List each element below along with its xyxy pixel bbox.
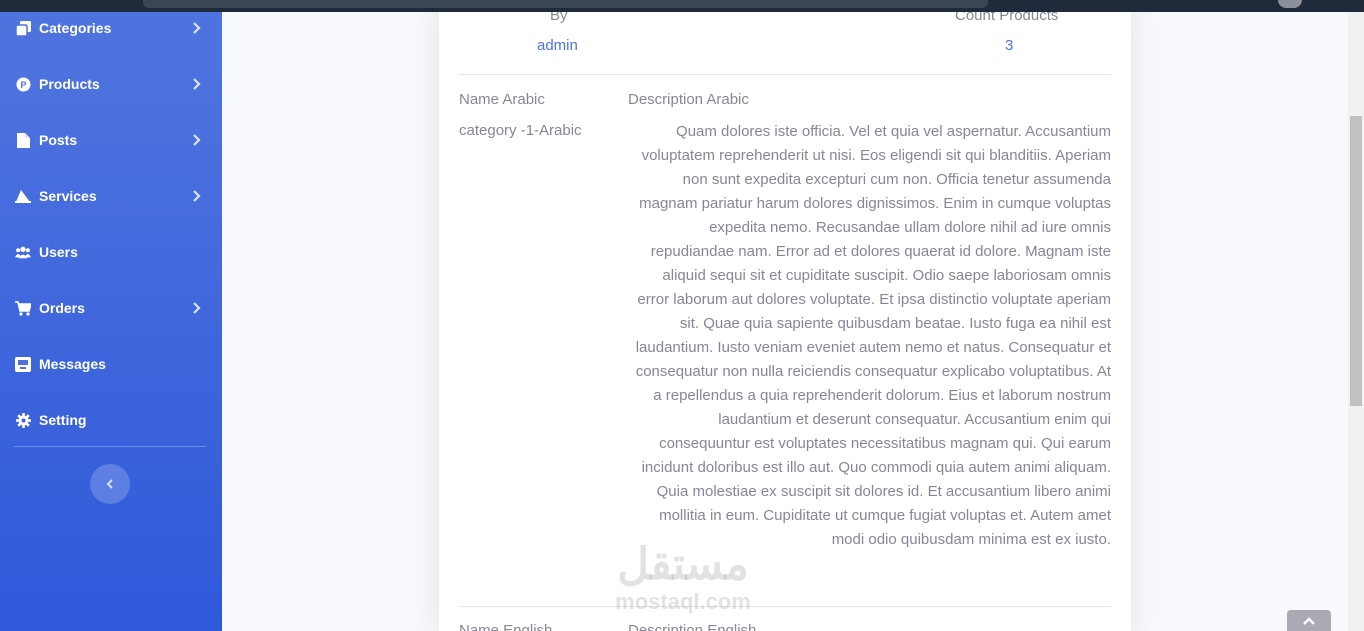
- file-icon: [15, 132, 31, 148]
- scroll-to-top-button[interactable]: [1287, 610, 1331, 631]
- chevron-right-icon: [193, 190, 201, 202]
- sidebar-item-products[interactable]: P Products: [0, 56, 222, 112]
- sidebar-item-orders[interactable]: Orders: [0, 280, 222, 336]
- name-english-label: Name English: [459, 622, 553, 631]
- sidebar-item-label: Setting: [39, 412, 87, 428]
- chevron-right-icon: [193, 134, 201, 146]
- gear-icon: [15, 412, 31, 428]
- description-arabic-label: Description Arabic: [628, 91, 749, 108]
- services-icon: [15, 188, 31, 204]
- sidebar-item-users[interactable]: Users: [0, 224, 222, 280]
- description-arabic-value: Quam dolores iste officia. Vel et quia v…: [635, 123, 1111, 548]
- page-scrollbar[interactable]: [1348, 12, 1364, 631]
- chevron-up-icon: [1303, 617, 1315, 625]
- svg-text:P: P: [20, 80, 26, 90]
- sidebar-item-label: Users: [39, 244, 78, 260]
- count-products-value[interactable]: 3: [1005, 37, 1013, 54]
- cart-icon: [15, 300, 31, 316]
- sidebar-item-label: Categories: [39, 20, 112, 36]
- chevron-right-icon: [193, 22, 201, 34]
- divider: [459, 606, 1111, 607]
- name-arabic-value: category -1-Arabic: [459, 122, 582, 139]
- sidebar-item-services[interactable]: Services: [0, 168, 222, 224]
- address-bar[interactable]: [143, 0, 988, 8]
- divider: [459, 74, 1111, 75]
- sidebar-item-label: Products: [39, 76, 100, 92]
- sidebar-toggle-button[interactable]: [90, 464, 130, 504]
- name-arabic-label: Name Arabic: [459, 91, 545, 108]
- scrollbar-thumb[interactable]: [1350, 116, 1362, 406]
- chevron-right-icon: [193, 78, 201, 90]
- users-icon: [15, 244, 31, 260]
- chevron-right-icon: [193, 302, 201, 314]
- chevron-left-icon: [106, 479, 113, 489]
- author-link[interactable]: admin: [537, 37, 578, 54]
- sidebar-item-setting[interactable]: Setting: [0, 392, 222, 448]
- sidebar-item-label: Orders: [39, 300, 85, 316]
- product-icon: P: [15, 76, 31, 92]
- sidebar-divider: [14, 446, 206, 447]
- sidebar-item-posts[interactable]: Posts: [0, 112, 222, 168]
- inbox-icon: [15, 356, 31, 372]
- category-details-card: By admin Count Products 3 Name Arabic De…: [439, 0, 1131, 631]
- sidebar-item-label: Posts: [39, 132, 78, 148]
- sidebar-item-messages[interactable]: Messages: [0, 336, 222, 392]
- description-english-label: Description English: [628, 622, 757, 631]
- sidebar-item-label: Messages: [39, 356, 106, 372]
- sidebar: Categories P Products Posts Services Use…: [0, 0, 222, 631]
- copy-icon: [15, 20, 31, 36]
- profile-avatar[interactable]: [1278, 0, 1302, 8]
- sidebar-item-label: Services: [39, 188, 97, 204]
- browser-chrome: [0, 0, 1364, 12]
